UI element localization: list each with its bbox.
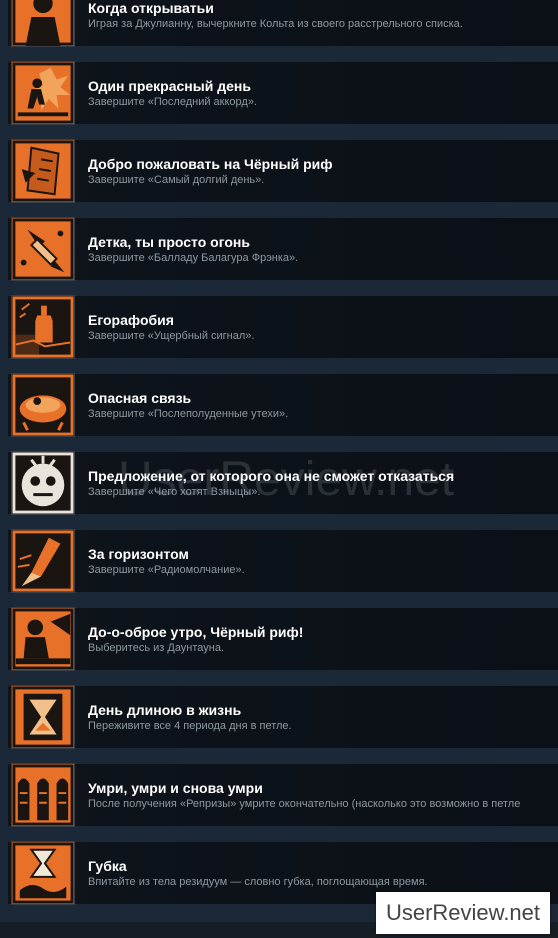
achievement-list: Когда открыватьи Играя за Джулианну, выч… [0,0,558,920]
achievement-row[interactable]: Когда открыватьи Играя за Джулианну, выч… [0,0,558,54]
achievement-description: Завершите «Ущербный сигнал». [88,330,255,342]
achievement-row[interactable]: Детка, ты просто огонь Завершите «Баллад… [0,210,558,288]
achievement-title: Опасная связь [88,390,192,406]
bottle-cliff-icon [11,295,75,359]
achievement-row[interactable]: Предложение, от которого она не сможет о… [0,444,558,522]
achievement-title: Когда открыватьи [88,0,214,16]
achievement-title: Умри, умри и снова умри [88,780,263,796]
achievement-row[interactable]: Опасная связь Завершите «Послеполуденные… [0,366,558,444]
achievement-row[interactable]: День длиною в жизнь Переживите все 4 пер… [0,678,558,756]
achievement-title: Один прекрасный день [88,78,251,94]
achievement-description: После получения «Репризы» умрите окончат… [88,798,521,810]
explosion-figure-icon [11,61,75,125]
achievement-description: Завершите «Послеполуденные утехи». [88,408,289,420]
achievement-description: Завершите «Чего хотят Взныцы». [88,486,261,498]
achievement-description: Переживите все 4 периода дня в петле. [88,720,292,732]
achievement-description: Завершите «Балладу Балагура Фрэнка». [88,252,299,264]
achievement-description: Выберитесь из Даунтауна. [88,642,225,654]
hourglass-icon [11,685,75,749]
watermark-badge: UserReview.net [376,892,550,934]
achievement-title: Добро пожаловать на Чёрный риф [88,156,333,172]
achievement-title: Детка, ты просто огонь [88,234,250,250]
achievement-title: Егорафобия [88,312,174,328]
achievement-title: Губка [88,858,127,874]
achievement-description: Впитайте из тела резидуум — словно губка… [88,876,428,888]
achievement-title: За горизонтом [88,546,189,562]
achievement-row[interactable]: Умри, умри и снова умри После получения … [0,756,558,834]
achievement-row[interactable]: Егорафобия Завершите «Ущербный сигнал». [0,288,558,366]
achievement-description: Завершите «Радиомолчание». [88,564,245,576]
achievement-title: До-о-оброе утро, Чёрный риф! [88,624,304,640]
achievement-title: Предложение, от которого она не сможет о… [88,468,455,484]
achievement-row[interactable]: До-о-оброе утро, Чёрный риф! Выберитесь … [0,600,558,678]
achievement-row[interactable]: Добро пожаловать на Чёрный риф Завершите… [0,132,558,210]
tombstones-icon [11,763,75,827]
achievement-description: Играя за Джулианну, вычеркните Кольта из… [88,18,463,30]
rocket-launch-icon [11,529,75,593]
achievement-description: Завершите «Последний аккорд». [88,96,257,108]
hourglass-body-icon [11,841,75,905]
achievement-row[interactable]: За горизонтом Завершите «Радиомолчание». [0,522,558,600]
achievement-row[interactable]: Один прекрасный день Завершите «Последни… [0,54,558,132]
achievement-description: Завершите «Самый долгий день». [88,174,265,186]
mask-face-icon [11,451,75,515]
silhouette-gramophone-icon [11,607,75,671]
firework-rocket-icon [11,217,75,281]
door-breach-icon [11,139,75,203]
gunman-icon [11,0,75,47]
achievement-title: День длиною в жизнь [88,702,242,718]
bed-icon [11,373,75,437]
